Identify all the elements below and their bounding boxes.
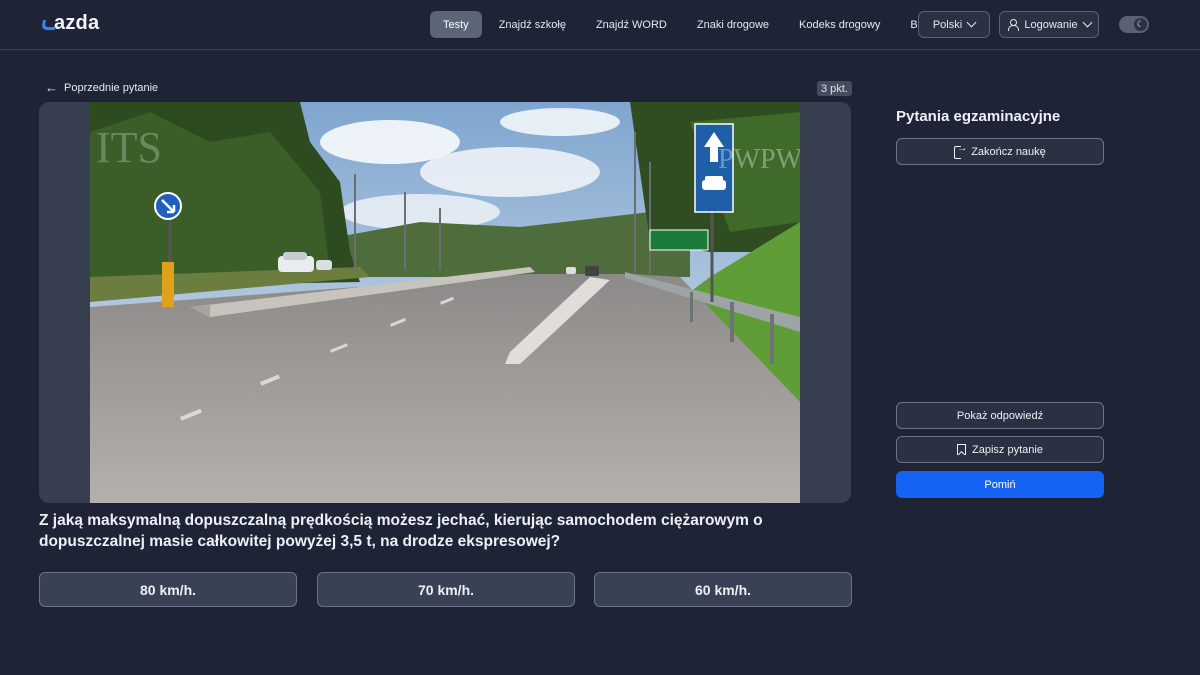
answer-option-60[interactable]: 60 km/h. (594, 572, 852, 607)
language-select[interactable]: Polski (918, 11, 990, 38)
show-answer-label: Pokaż odpowiedź (956, 409, 1044, 422)
skip-label: Pomiń (984, 478, 1016, 491)
logo-text: azda (54, 12, 100, 34)
jazda-logo[interactable]: azda (42, 12, 99, 35)
pwpw-watermark: PWPW (718, 144, 800, 175)
previous-question-link[interactable]: ← Poprzednie pytanie (45, 81, 158, 94)
logo-mark-icon (42, 16, 53, 30)
top-navbar: azda Testy Znajdź szkołę Znajdź WORD Zna… (0, 0, 1200, 50)
finish-learning-button[interactable]: Zakończ naukę (896, 138, 1104, 165)
login-label: Logowanie (1024, 18, 1078, 31)
answer-option-80[interactable]: 80 km/h. (39, 572, 297, 607)
moon-icon: ☾ (1134, 18, 1147, 31)
login-button[interactable]: Logowanie (999, 11, 1099, 38)
nav-item-find-school[interactable]: Znajdź szkołę (486, 11, 579, 38)
question-text: Z jaką maksymalną dopuszczalną prędkości… (39, 512, 763, 550)
answer-options: 80 km/h. 70 km/h. 60 km/h. (39, 572, 852, 607)
arrow-left-icon: ← (45, 80, 58, 95)
chevron-down-icon (1082, 17, 1093, 28)
its-watermark: ITS (96, 123, 162, 172)
bookmark-icon (957, 444, 967, 455)
sidebar-title: Pytania egzaminacyjne (896, 108, 1061, 125)
user-icon (1007, 19, 1020, 31)
nav-item-testy[interactable]: Testy (430, 11, 482, 38)
previous-question-label: Poprzednie pytanie (64, 81, 159, 94)
answer-option-70[interactable]: 70 km/h. (317, 572, 575, 607)
theme-toggle[interactable]: ☾ (1119, 16, 1149, 33)
question-photo: ITS PWPW (90, 102, 800, 503)
nav-item-find-word[interactable]: Znajdź WORD (583, 11, 680, 38)
nav-item-traffic-code[interactable]: Kodeks drogowy (786, 11, 893, 38)
points-badge: 3 pkt. (817, 81, 852, 96)
skip-button[interactable]: Pomiń (896, 471, 1104, 498)
save-question-label: Zapisz pytanie (972, 443, 1043, 456)
main-nav: Testy Znajdź szkołę Znajdź WORD Znaki dr… (430, 11, 949, 38)
save-question-button[interactable]: Zapisz pytanie (896, 436, 1104, 463)
show-answer-button[interactable]: Pokaż odpowiedź (896, 402, 1104, 429)
nav-item-road-signs[interactable]: Znaki drogowe (684, 11, 782, 38)
language-label: Polski (932, 18, 963, 31)
question-media-frame: ITS PWPW (39, 102, 851, 503)
logout-icon (954, 143, 967, 159)
chevron-down-icon (966, 17, 977, 28)
finish-learning-label: Zakończ naukę (971, 145, 1046, 158)
